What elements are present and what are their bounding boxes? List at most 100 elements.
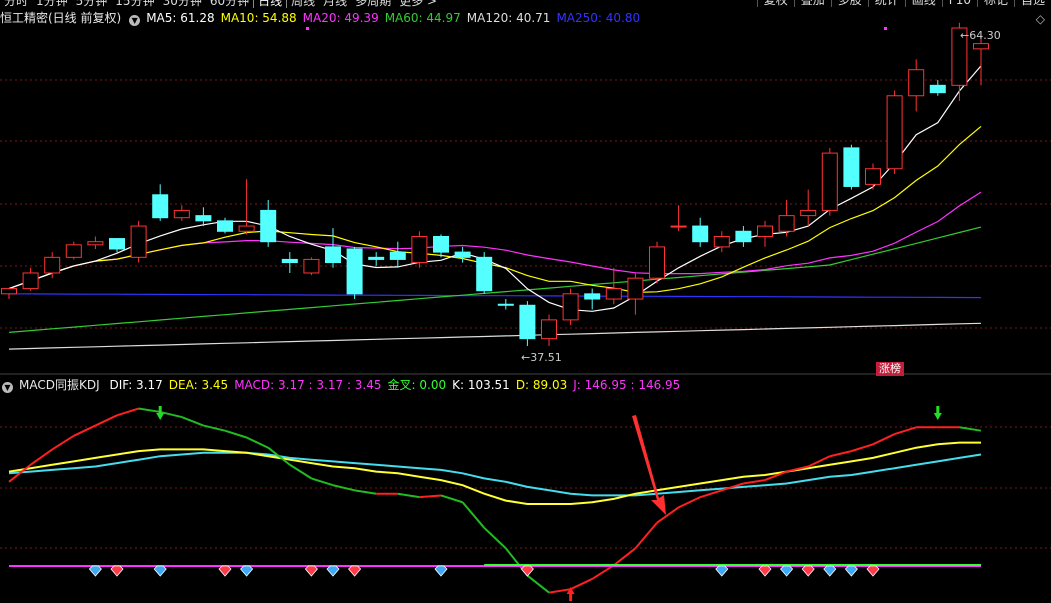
toolbar-button-5[interactable]: F10 (941, 0, 977, 7)
dif-line (8, 451, 982, 497)
kdj-segment (440, 494, 463, 504)
toolbar-button-2[interactable]: 多股 (830, 0, 868, 7)
tab-9[interactable]: 多周期 (351, 0, 395, 8)
tab-4[interactable]: 30分钟 (159, 0, 206, 8)
kline-chart[interactable] (0, 0, 1051, 603)
toolbar-button-3[interactable]: 统计 (867, 0, 905, 7)
tab-7[interactable]: 周线 (287, 0, 319, 8)
ma60-line (8, 226, 982, 333)
candle (757, 220, 773, 247)
candle-body (735, 230, 752, 243)
kdj-segment (570, 578, 593, 591)
kdj-segment (959, 426, 982, 432)
indicator-legend-item-0: DIF: 3.17 (109, 378, 163, 392)
candle-body (173, 209, 190, 219)
candle-body (130, 225, 147, 258)
candle (670, 205, 687, 232)
kdj-segment (419, 494, 442, 499)
red-gem-marker (304, 565, 318, 577)
candle (411, 231, 428, 268)
diamond-icon[interactable]: ◇ (1036, 12, 1045, 26)
candle-body (497, 303, 514, 306)
candle-body (411, 235, 428, 264)
candle-body (454, 251, 471, 258)
blue-gem-marker (88, 565, 102, 577)
candle (562, 288, 579, 326)
toolbar-button-6[interactable]: 标记 (976, 0, 1014, 7)
kdj-segment (851, 443, 874, 453)
toolbar-right-buttons: 复权 叠加 多股 统计 画线 F10 标记 自选 (756, 0, 1051, 7)
candle (584, 288, 601, 310)
candle-body (908, 69, 925, 97)
toolbar-button-0[interactable]: 复权 (756, 0, 794, 7)
candle-body (1, 288, 17, 295)
candle (325, 228, 341, 268)
collapse-icon[interactable]: ▼ (2, 382, 13, 393)
tab-1[interactable]: 1分钟 (32, 0, 72, 8)
candle (800, 189, 817, 227)
tab-5[interactable]: 60分钟 (206, 0, 253, 8)
candle (368, 252, 385, 266)
period-toolbar: 分时 1分钟 5分钟 15分钟 30分钟 60分钟 日线 周线 月线 多周期 更多 > 复权 叠加 多股… (0, 0, 1051, 8)
kdj-segment (894, 426, 917, 436)
kdj-segment (829, 450, 852, 458)
kdj-segment (138, 407, 161, 413)
candle (260, 200, 277, 247)
candle (1, 288, 17, 300)
candle (627, 272, 644, 315)
candle-body (303, 258, 320, 274)
ma120-line (8, 322, 982, 350)
candle (346, 246, 363, 300)
candle (692, 217, 709, 247)
blue-gem-marker (823, 565, 837, 577)
toolbar-button-7[interactable]: 自选 (1013, 0, 1051, 7)
blue-gem-marker (153, 565, 167, 577)
candle-body (44, 256, 61, 274)
ma-legend-item-5: MA250: 40.80 (556, 11, 641, 25)
blue-gem-marker (326, 565, 340, 577)
tab-6[interactable]: 日线 (253, 0, 288, 8)
kdj-segment (613, 547, 637, 567)
candle-body (238, 225, 255, 232)
tab-0[interactable]: 分时 (0, 0, 32, 8)
red-gem-marker (110, 565, 124, 577)
ma-legend-item-1: MA10: 54.88 (220, 11, 297, 25)
candle-body (217, 220, 233, 232)
candle (217, 217, 233, 234)
candle (908, 59, 925, 112)
toolbar-button-4[interactable]: 画线 (904, 0, 942, 7)
candle-body (692, 225, 709, 243)
tab-2[interactable]: 5分钟 (72, 0, 112, 8)
collapse-icon[interactable]: ▼ (129, 15, 141, 26)
candle-body (22, 272, 39, 290)
low-price-label: ←37.51 (521, 351, 562, 364)
candle (173, 205, 190, 221)
blue-gem-marker (240, 565, 254, 577)
kdj-segment (51, 434, 75, 451)
kdj-segment (872, 433, 896, 446)
signal-dot (884, 27, 887, 30)
candle (65, 241, 82, 260)
tab-3[interactable]: 15分钟 (111, 0, 158, 8)
toolbar-button-1[interactable]: 叠加 (793, 0, 831, 7)
ma-legend-item-4: MA120: 40.71 (466, 11, 551, 25)
ma-legend-item-0: MA5: 61.28 (146, 11, 215, 25)
candle-body (670, 225, 687, 228)
candle (865, 163, 881, 190)
candle-body (87, 241, 104, 246)
candle (735, 226, 752, 247)
dea-line (8, 441, 981, 505)
candle-body (195, 215, 212, 222)
candle (238, 179, 255, 235)
candle-body (389, 251, 406, 260)
ma250-line (8, 293, 982, 299)
tab-8[interactable]: 月线 (319, 0, 351, 8)
candle (497, 299, 514, 310)
blue-gem-marker (434, 565, 448, 577)
kdj-segment (181, 416, 204, 427)
blue-gem-marker (844, 565, 858, 577)
kdj-segment (483, 527, 507, 550)
candle (778, 200, 795, 237)
candle (281, 252, 298, 273)
tab-10[interactable]: 更多 > (395, 0, 441, 8)
